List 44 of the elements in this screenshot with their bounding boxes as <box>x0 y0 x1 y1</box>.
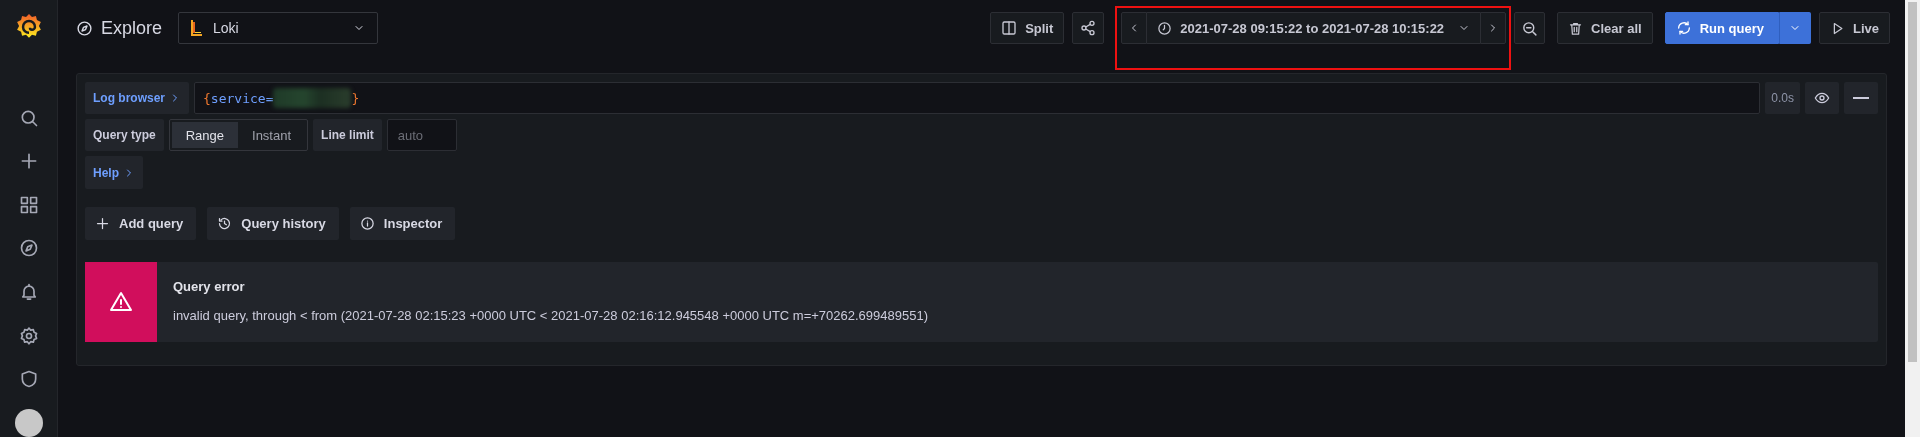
trash-icon <box>1568 20 1584 36</box>
compass-icon <box>76 19 93 37</box>
clock-icon <box>1157 20 1173 36</box>
share-icon <box>1080 20 1097 36</box>
page-title: Explore <box>101 17 163 39</box>
plus-icon <box>95 216 110 231</box>
minus-icon <box>1853 97 1869 99</box>
query-type-label: Query type <box>85 119 164 151</box>
datasource-picker[interactable]: Loki <box>178 12 379 44</box>
time-range-picker[interactable]: 2021-07-28 09:15:22 to 2021-07-28 10:15:22 <box>1147 12 1481 44</box>
compass-icon <box>18 238 39 259</box>
query-duration: 0.0s <box>1765 82 1800 114</box>
loki-icon <box>189 19 204 37</box>
warning-icon <box>109 290 133 314</box>
history-icon <box>217 216 233 231</box>
settings-icon <box>18 325 39 346</box>
zoom-out-icon <box>1521 19 1539 37</box>
scrollbar[interactable] <box>1905 0 1920 437</box>
query-history-button[interactable]: Query history <box>207 207 339 240</box>
query-type-option[interactable]: Range <box>171 122 238 148</box>
split-icon <box>1001 20 1018 36</box>
line-limit-field[interactable]: auto <box>386 119 457 151</box>
log-browser-button[interactable]: Log browser <box>85 82 189 114</box>
split-button[interactable]: Split <box>990 12 1065 44</box>
error-message: invalid query, through < from (2021-07-28 02:15:23 +0000 UTC < 2021-07-28 02:16:12.945548 +0000 UTC m=+70262.699489551) <box>173 308 928 323</box>
zoom-out-button[interactable] <box>1514 12 1546 44</box>
clear-all-button[interactable]: Clear all <box>1557 12 1653 44</box>
grid-icon <box>18 194 39 215</box>
run-query-button[interactable]: Run query <box>1664 12 1779 44</box>
inspector-button[interactable]: Inspector <box>349 207 456 240</box>
eye-icon <box>1814 90 1830 106</box>
query-field[interactable]: {service= } <box>194 82 1761 114</box>
avatar[interactable] <box>14 409 43 437</box>
live-button[interactable]: Live <box>1819 12 1890 44</box>
add-query-button[interactable]: Add query <box>85 207 197 240</box>
error-title: Query error <box>173 279 246 294</box>
help-button[interactable]: Help <box>85 156 143 189</box>
refresh-icon <box>1675 20 1692 36</box>
line-limit-label: Line limit <box>313 119 382 151</box>
remove-query-button[interactable] <box>1844 82 1878 114</box>
hide-query-button[interactable] <box>1805 82 1839 114</box>
query-type-option[interactable]: Instant <box>238 122 306 148</box>
info-icon <box>359 216 375 231</box>
share-button[interactable] <box>1072 12 1105 44</box>
